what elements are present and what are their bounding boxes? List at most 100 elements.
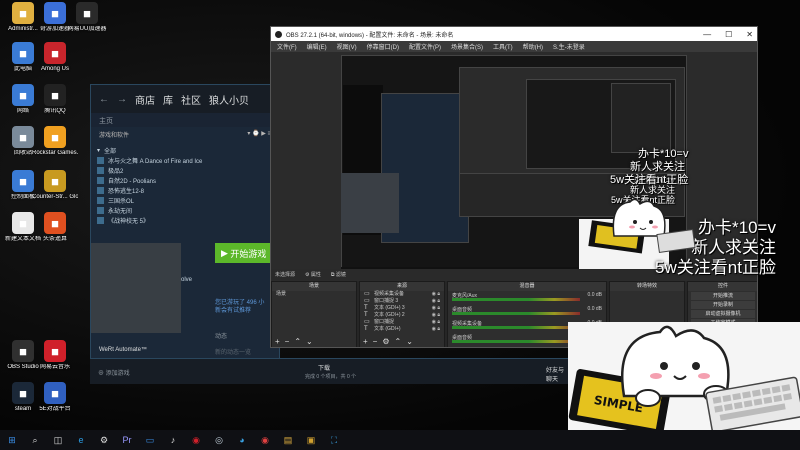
control-button[interactable]: 开始推流 [691,292,755,300]
move-up-icon[interactable]: ⌃ [294,337,301,346]
add-icon[interactable]: + [275,337,280,346]
volume-meter[interactable] [452,298,580,301]
desktop-icon-8[interactable]: ■ Rockstar Games... [32,126,78,157]
desktop-icon-12[interactable]: ■ 头条遥算 [32,212,78,243]
properties-button[interactable]: ⚙ 属性 [305,271,321,278]
nav-library[interactable]: 库 [163,92,173,107]
desktop-icon-6[interactable]: ■ 腾讯QQ [32,84,78,115]
obs-menu-item[interactable]: 停靠窗口(D) [367,42,399,51]
settings-icon[interactable]: ⚙ [98,434,110,446]
obs-menu-item[interactable]: 配置文件(P) [409,42,441,51]
nav-community[interactable]: 社区 [181,92,201,107]
nav-username[interactable]: 狼人小贝 [209,92,249,107]
visibility-eye-icon[interactable]: ◉ 🔒︎ [432,298,440,305]
volume-meter[interactable] [452,340,580,343]
task-view-icon[interactable]: ◫ [52,434,64,446]
games-header[interactable]: ▾ 全部 [97,145,273,155]
qq-icon: ■ [44,84,66,106]
source-item[interactable]: ▭ 视频采集设备 ◉ 🔒︎ [360,291,444,298]
control-button[interactable]: 开始录制 [691,301,755,309]
source-item[interactable]: ▭ 窗口捕捉 ◉ 🔒︎ [360,319,444,326]
play-button[interactable]: ▶ 开始游戏 [215,243,277,263]
file-explorer-icon[interactable]: ▭ [144,434,156,446]
move-up-icon[interactable]: ⌃ [395,337,402,346]
source-item[interactable]: T 文本 (GDI+) 3 ◉ 🔒︎ [360,305,444,312]
game-list-item[interactable]: 三国杀OL [97,195,273,205]
search-icon[interactable]: ⌕ [29,434,41,446]
obs-menu-item[interactable]: 编辑(E) [307,42,327,51]
remove-icon[interactable]: − [373,337,378,346]
friends-chat-button[interactable]: 好友与 聊天 [546,365,570,383]
obs-menu-item[interactable]: 帮助(H) [523,42,543,51]
library-header-tools[interactable]: ▾ ⌚ ▶ ≡ [247,130,271,138]
desktop-icon-16[interactable]: ■ 5E对战平台 [32,382,78,413]
add-game-button[interactable]: ⊕ 添加游戏 [98,368,130,377]
steam-window[interactable]: ← → 商店 库 社区 狼人小贝 主页 游戏和软件 ▾ ⌚ ▶ ≡ ▾ 全部 冰与… [90,84,280,384]
mixer-channel-db: 0.0 dB [587,292,602,298]
obs-window[interactable]: OBS 27.2.1 (64-bit, windows) - 配置文件: 未命名… [270,26,758,348]
desktop-icon-14[interactable]: ■ 网易云音乐 [32,340,78,371]
game-list-item[interactable]: 恐怖逃生12-8 [97,185,273,195]
minimize-icon[interactable]: — [703,30,711,39]
qq-icon[interactable]: ◕ [236,434,248,446]
photos-icon[interactable]: ⛶ [328,434,340,446]
volume-meter[interactable] [452,326,580,329]
mixer-channel[interactable]: 麦克风/Aux 0.0 dB [448,291,606,305]
maximize-icon[interactable]: ☐ [725,30,732,39]
mixer-channel[interactable]: 桌面音频0.0 dB [448,305,606,319]
move-down-icon[interactable]: ⌄ [406,337,413,346]
add-icon[interactable]: + [363,337,368,346]
game-list-item[interactable]: 永劫无间 [97,205,273,215]
obs-icon: ■ [12,340,34,362]
game-list-item[interactable]: 《战神校无 5》 [97,215,273,225]
visibility-eye-icon[interactable]: ◉ 🔒︎ [432,305,440,312]
user-folder-icon: ■ [12,2,34,24]
netease-music-icon[interactable]: ◉ [190,434,202,446]
scene-item[interactable]: 场景 [272,291,356,298]
source-item[interactable]: T 文本 (GDI+) ◉ 🔒︎ [360,326,444,333]
gear-icon[interactable]: ⚙ [382,337,389,346]
visibility-eye-icon[interactable]: ◉ 🔒︎ [432,291,440,298]
game-list-item[interactable]: 极品2 [97,165,273,175]
obs-menu-item[interactable]: S.生-未登录 [553,42,585,51]
volume-meter[interactable] [452,312,580,315]
downloads-button[interactable]: 下载 [318,363,330,372]
obs-menu-item[interactable]: 视图(V) [337,42,357,51]
nav-store[interactable]: 商店 [135,92,155,107]
source-item[interactable]: ▭ 窗口捕捉 3 ◉ 🔒︎ [360,298,444,305]
image-viewer-icon[interactable]: ▣ [305,434,317,446]
visibility-eye-icon[interactable]: ◉ 🔒︎ [432,319,440,326]
library-header-label[interactable]: 游戏和软件 [99,130,129,139]
folder-icon[interactable]: ▤ [282,434,294,446]
remove-icon[interactable]: − [285,337,290,346]
desktop-icon-2[interactable]: ■ 网易UU加速器 [64,2,110,33]
steam-icon[interactable]: ◎ [213,434,225,446]
obs-menu-item[interactable]: 工具(T) [493,42,513,51]
control-button[interactable]: 启动虚拟摄像机 [691,310,755,318]
obs-menu-item[interactable]: 文件(F) [277,42,297,51]
library-home[interactable]: 主页 [91,113,279,127]
nested-blurred-region [341,173,399,233]
visibility-eye-icon[interactable]: ◉ 🔒︎ [432,312,440,319]
visibility-eye-icon[interactable]: ◉ 🔒︎ [432,326,440,333]
forward-arrow-icon[interactable]: → [117,94,127,105]
activity-subtext: 新的动态一览 [215,350,252,356]
edge-icon[interactable]: e [75,434,87,446]
game-list-item[interactable]: 自然2D - Poolians [97,175,273,185]
premiere-icon[interactable]: Pr [121,434,133,446]
windows-start-icon[interactable]: ⊞ [6,434,18,446]
back-arrow-icon[interactable]: ← [99,94,109,105]
obs-icon[interactable]: ◉ [259,434,271,446]
game-list-item[interactable]: 冰与火之舞 A Dance of Fire and Ice [97,155,273,165]
source-item[interactable]: T 文本 (GDI+) 2 ◉ 🔒︎ [360,312,444,319]
close-icon[interactable]: ✕ [746,30,753,39]
qq-music-icon[interactable]: ♪ [167,434,179,446]
overlay-line3: 5w关注看nt正脸 [655,258,776,277]
desktop-icon-4[interactable]: ■ Among Us [32,42,78,73]
move-down-icon[interactable]: ⌄ [306,337,313,346]
automation-item[interactable]: WeRt Automate™ [99,347,147,353]
obs-menu-item[interactable]: 场景集合(S) [451,42,483,51]
desktop-icon-10[interactable]: ■ Counter-Str... Global Off... [32,170,78,201]
csgo-icon: ■ [44,170,66,192]
filters-button[interactable]: ⧉ 滤镜 [331,271,346,278]
